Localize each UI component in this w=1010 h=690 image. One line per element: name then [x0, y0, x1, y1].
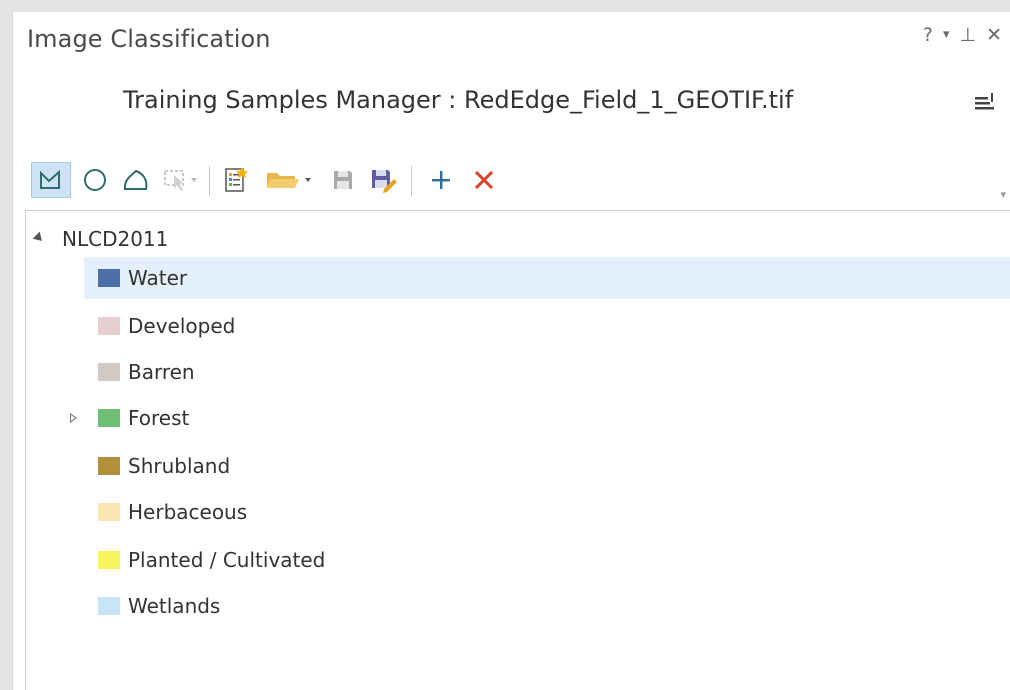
- class-item-water[interactable]: Water: [84, 257, 1010, 299]
- close-icon[interactable]: ✕: [986, 24, 1002, 46]
- toolbar-separator: [209, 166, 210, 196]
- select-icon: [164, 170, 197, 191]
- toolbar-overflow-icon[interactable]: ▾: [1000, 188, 1006, 201]
- pane-controls: ? ▾ ⊥ ✕: [923, 24, 1002, 46]
- class-label: Planted / Cultivated: [128, 548, 326, 572]
- draw-freehand-button[interactable]: [119, 162, 153, 198]
- open-folder-icon: [267, 173, 311, 188]
- class-tree: NLCD2011 Water Developed Barren Forest S…: [25, 210, 1010, 690]
- class-label: Herbaceous: [128, 500, 248, 524]
- new-schema-icon: [225, 167, 248, 192]
- toolbar: [31, 162, 1010, 202]
- open-schema-button[interactable]: [263, 162, 319, 198]
- class-label: Forest: [128, 406, 190, 430]
- class-item-shrubland[interactable]: Shrubland: [84, 445, 1010, 487]
- pane-header: Image Classification ? ▾ ⊥ ✕: [13, 12, 1010, 72]
- class-label: Developed: [128, 314, 236, 338]
- options-dropdown-icon[interactable]: ▾: [943, 24, 950, 46]
- remove-class-icon: [474, 170, 494, 190]
- select-segment-button[interactable]: [161, 162, 201, 198]
- add-class-button[interactable]: [423, 162, 459, 198]
- rectangle-icon: [40, 169, 60, 189]
- tree-root-nlcd2011[interactable]: NLCD2011: [26, 225, 1010, 253]
- class-item-herbaceous[interactable]: Herbaceous: [84, 491, 1010, 533]
- color-swatch: [98, 597, 120, 615]
- color-swatch: [98, 457, 120, 475]
- color-swatch: [98, 317, 120, 335]
- add-class-icon: [432, 171, 450, 189]
- class-item-planted-cultivated[interactable]: Planted / Cultivated: [84, 539, 1010, 581]
- color-swatch: [98, 503, 120, 521]
- manager-header: Training Samples Manager : RedEdge_Field…: [13, 84, 1010, 120]
- class-label: Shrubland: [128, 454, 231, 478]
- class-item-wetlands[interactable]: Wetlands: [84, 585, 1010, 627]
- manager-title: Training Samples Manager : RedEdge_Field…: [123, 86, 794, 114]
- color-swatch: [98, 269, 120, 287]
- draw-rectangle-button[interactable]: [31, 162, 71, 198]
- class-label: Water: [128, 266, 188, 290]
- save-button[interactable]: [327, 162, 359, 198]
- image-classification-pane: Image Classification ? ▾ ⊥ ✕ Training Sa…: [12, 12, 1010, 690]
- polygon-icon: [123, 169, 148, 190]
- help-icon[interactable]: ?: [923, 24, 933, 46]
- expand-triangle-icon[interactable]: [70, 413, 77, 423]
- collapse-triangle-icon[interactable]: [32, 231, 46, 245]
- pane-title: Image Classification: [27, 25, 271, 53]
- pin-icon[interactable]: ⊥: [960, 24, 977, 46]
- color-swatch: [98, 551, 120, 569]
- class-item-forest[interactable]: Forest: [70, 397, 1010, 439]
- remove-class-button[interactable]: [467, 162, 501, 198]
- save-icon: [334, 171, 352, 189]
- class-label: Wetlands: [128, 594, 221, 618]
- circle-icon: [84, 169, 106, 191]
- new-schema-button[interactable]: [221, 162, 251, 198]
- class-item-developed[interactable]: Developed: [84, 305, 1010, 347]
- toolbar-separator: [411, 166, 412, 196]
- class-item-barren[interactable]: Barren: [84, 351, 1010, 393]
- class-label: Barren: [128, 360, 195, 384]
- color-swatch: [98, 409, 120, 427]
- save-as-icon: [372, 170, 397, 193]
- tree-root-label: NLCD2011: [62, 227, 169, 251]
- menu-icon[interactable]: [974, 92, 996, 114]
- draw-circle-button[interactable]: [79, 162, 111, 198]
- color-swatch: [98, 363, 120, 381]
- save-as-button[interactable]: [367, 162, 401, 198]
